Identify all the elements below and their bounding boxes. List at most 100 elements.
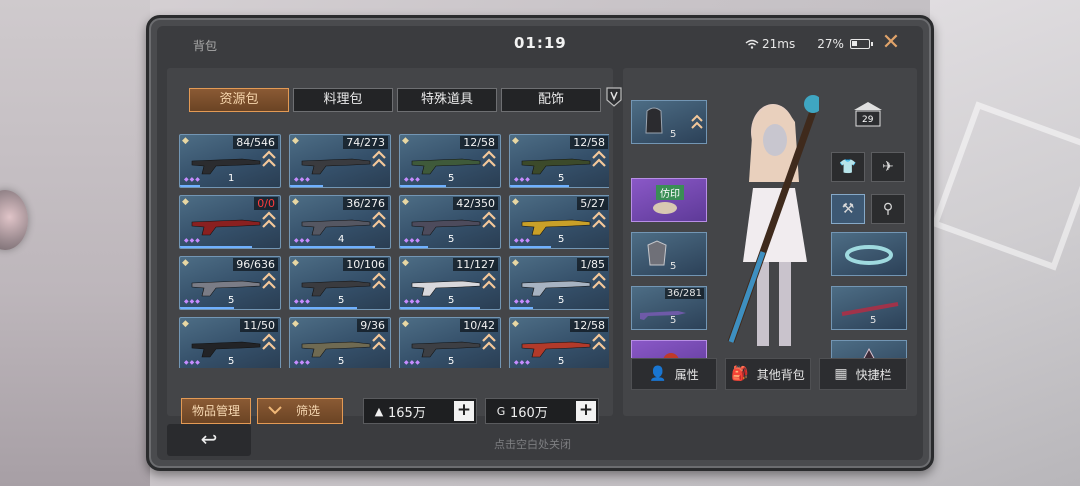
- turret-slot[interactable]: ⚲: [871, 194, 905, 224]
- star-dots: ◆◆◆: [294, 176, 311, 183]
- upgrade-chevron-icon: [482, 211, 496, 228]
- upgrade-chevron-icon: [691, 114, 703, 129]
- imprint-tag: 仿印: [656, 185, 684, 200]
- grid-icon: ▦: [834, 366, 848, 382]
- inventory-item[interactable]: ◆ 11/127 ◆◆◆ 5: [399, 256, 501, 310]
- rifle-icon: [411, 158, 481, 175]
- currency-gold: ▲ 165万 +: [363, 398, 477, 424]
- rarity-icon: ◆: [182, 197, 189, 207]
- star-dots: ◆◆◆: [294, 359, 311, 366]
- item-count: 12/58: [570, 136, 608, 149]
- tab-special-items[interactable]: 特殊道具: [397, 88, 497, 112]
- tab-cooking-pack[interactable]: 料理包: [293, 88, 393, 112]
- inventory-item[interactable]: ◆ 84/546 ◆◆◆ 1: [179, 134, 281, 188]
- rarity-icon: ◆: [402, 197, 409, 207]
- item-progress-bar: [290, 307, 357, 309]
- equipment-panel: 5 仿印 5 36/281 5 29 👕 ✈ ⚒ ⚲ 5 👤 属性 🎒 其他背包…: [623, 68, 917, 416]
- inventory-item[interactable]: ◆ 96/636 ◆◆◆ 5: [179, 256, 281, 310]
- item-manage-button[interactable]: 物品管理: [181, 398, 252, 424]
- item-count: 12/58: [570, 319, 608, 332]
- drone-icon: ✈: [882, 159, 894, 175]
- inventory-item[interactable]: ◆ 12/58 ◆◆◆ 5: [399, 134, 501, 188]
- rarity-icon: ◆: [512, 258, 519, 268]
- equip-slot-weapon[interactable]: 36/281 5: [631, 286, 707, 330]
- vip-badge-icon[interactable]: [605, 86, 623, 108]
- item-progress-bar: [180, 307, 234, 309]
- add-gold-button[interactable]: +: [454, 401, 474, 421]
- inventory-item[interactable]: ◆ 42/350 ◆◆◆ 5: [399, 195, 501, 249]
- item-progress-bar: [510, 246, 551, 248]
- ping-value: 21ms: [762, 37, 796, 51]
- rifle-icon: [521, 341, 591, 358]
- equip-slot-melee[interactable]: 5: [831, 286, 907, 330]
- inventory-item[interactable]: ◆ 10/42 ◆◆◆ 5: [399, 317, 501, 368]
- close-icon[interactable]: ✕: [879, 32, 903, 56]
- equip-slot-belt[interactable]: [831, 232, 907, 276]
- inventory-item[interactable]: ◆ 0/0 ◆◆◆: [179, 195, 281, 249]
- inventory-item[interactable]: ◆ 36/276 ◆◆◆ 4: [289, 195, 391, 249]
- character-model: [727, 95, 819, 346]
- rifle-icon: [191, 219, 261, 236]
- equip-slot-imprint[interactable]: 仿印: [631, 178, 707, 222]
- tab-resource-pack[interactable]: 资源包: [189, 88, 289, 112]
- item-count: 9/36: [357, 319, 388, 332]
- armor-icon: [647, 240, 667, 266]
- item-level: 5: [558, 356, 565, 367]
- drone-slot[interactable]: ✈: [871, 152, 905, 182]
- filter-label: 筛选: [296, 404, 321, 418]
- inventory-item[interactable]: ◆ 74/273 ◆◆◆: [289, 134, 391, 188]
- star-dots: ◆◆◆: [184, 237, 201, 244]
- upgrade-chevron-icon: [262, 272, 276, 289]
- inventory-item[interactable]: ◆ 12/58 ◆◆◆ 5: [509, 317, 609, 368]
- item-level: 5: [228, 356, 235, 367]
- outfit-slot[interactable]: 👕: [831, 152, 865, 182]
- sniper-icon: [301, 341, 371, 358]
- star-dots: ◆◆◆: [404, 298, 421, 305]
- equip-level: 5: [870, 315, 877, 326]
- equip-slot-armor[interactable]: 5: [631, 232, 707, 276]
- shortcut-bar-button[interactable]: ▦ 快捷栏: [819, 358, 907, 390]
- filter-button[interactable]: 筛选: [257, 398, 344, 424]
- gauntlet-icon: [301, 280, 371, 297]
- upgrade-chevron-icon: [262, 150, 276, 167]
- coin-value: 160万: [510, 405, 548, 421]
- rarity-icon: ◆: [512, 136, 519, 146]
- star-dots: ◆◆◆: [294, 298, 311, 305]
- rarity-icon: ◆: [512, 319, 519, 329]
- filter-chevron-icon: [268, 406, 282, 415]
- back-arrow-icon: ↩: [200, 427, 218, 451]
- add-coin-button[interactable]: +: [576, 401, 596, 421]
- rarity-icon: ◆: [182, 319, 189, 329]
- background-right: [930, 0, 1080, 486]
- item-level: 4: [338, 234, 345, 245]
- equip-slot-head[interactable]: 5: [631, 100, 707, 144]
- inventory-item[interactable]: ◆ 1/85 ◆◆◆ 5: [509, 256, 609, 310]
- item-count: 11/50: [240, 319, 278, 332]
- star-dots: ◆◆◆: [514, 298, 531, 305]
- back-button[interactable]: ↩: [167, 424, 251, 456]
- item-level: 5: [448, 356, 455, 367]
- window-title: 背包: [193, 39, 218, 53]
- equip-count: 36/281: [664, 288, 704, 299]
- item-count: 0/0: [254, 197, 278, 210]
- tab-accessories[interactable]: 配饰: [501, 88, 601, 112]
- other-bags-button[interactable]: 🎒 其他背包: [725, 358, 811, 390]
- rarity-icon: ◆: [402, 258, 409, 268]
- item-level: 5: [558, 173, 565, 184]
- upgrade-chevron-icon: [372, 272, 386, 289]
- imprint-weapon-slot[interactable]: ⚒: [831, 194, 865, 224]
- inventory-item[interactable]: ◆ 10/106 ◆◆◆ 5: [289, 256, 391, 310]
- inventory-item[interactable]: ◆ 11/50 ◆◆◆ 5: [179, 317, 281, 368]
- weapon-small-icon: ⚒: [841, 201, 855, 217]
- inventory-item[interactable]: ◆ 9/36 ◆◆◆ 5: [289, 317, 391, 368]
- hammer-icon: [191, 158, 261, 175]
- rarity-icon: ◆: [292, 319, 299, 329]
- rifle-icon: [301, 219, 371, 236]
- claw-icon: [521, 280, 591, 297]
- inventory-item[interactable]: ◆ 5/27 ◆◆◆ 5: [509, 195, 609, 249]
- star-dots: ◆◆◆: [404, 237, 421, 244]
- rifle-icon: [521, 219, 591, 236]
- inventory-item[interactable]: ◆ 12/58 ◆◆◆ 5: [509, 134, 609, 188]
- attributes-button[interactable]: 👤 属性: [631, 358, 717, 390]
- star-dots: ◆◆◆: [514, 237, 531, 244]
